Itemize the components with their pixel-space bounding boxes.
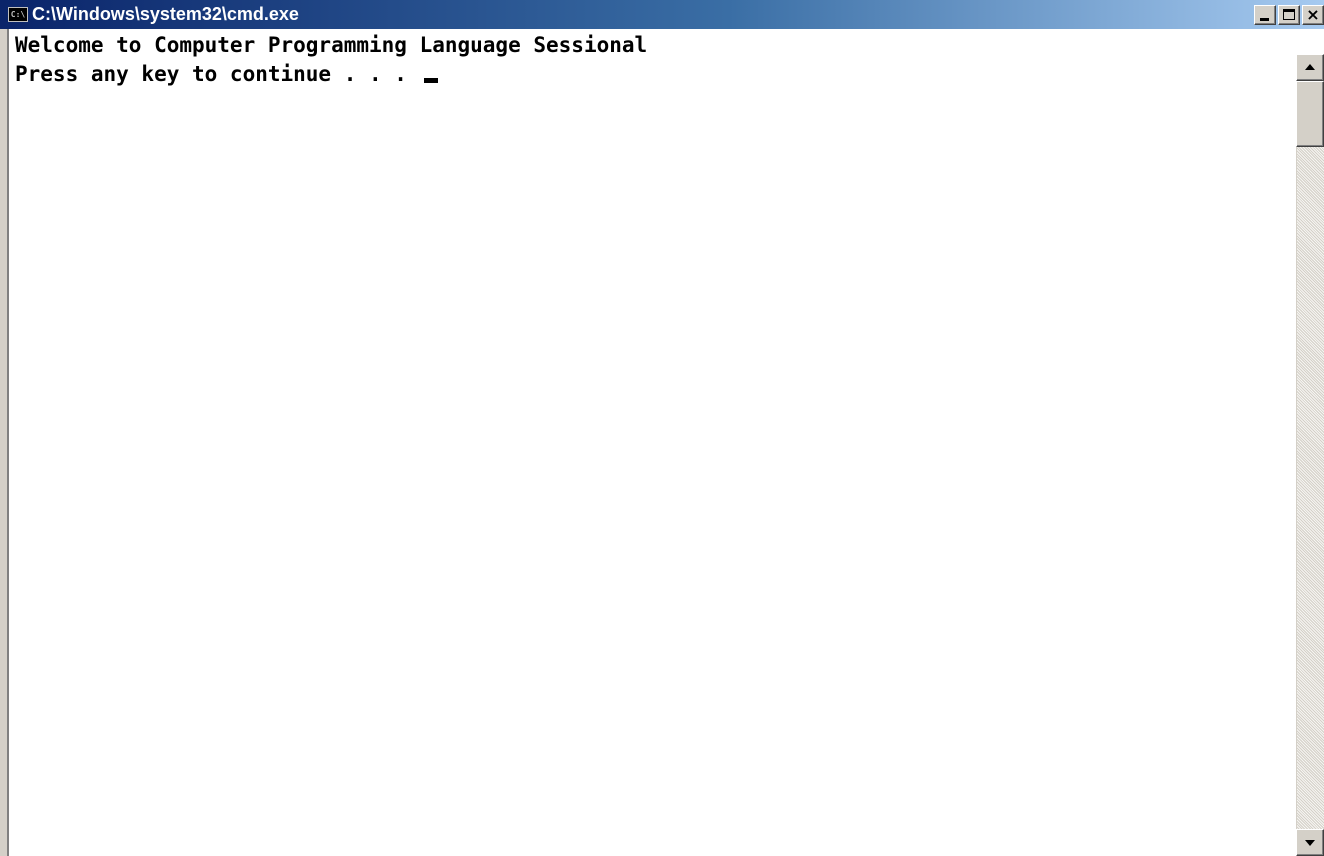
close-button[interactable]: × [1302,5,1324,25]
console-line: Welcome to Computer Programming Language… [15,33,648,57]
close-icon: × [1306,5,1320,24]
minimize-button[interactable] [1254,5,1276,25]
prompt-text: Press any key to continue . . . [15,62,420,86]
scrollbar-thumb[interactable] [1296,81,1324,147]
vertical-scrollbar[interactable] [1296,54,1324,856]
arrow-up-icon [1305,64,1315,70]
window-title: C:\Windows\system32\cmd.exe [32,4,299,24]
maximize-button[interactable] [1278,5,1300,25]
cmd-icon[interactable]: C:\ [8,7,28,22]
console-line-prompt: Press any key to continue . . . [15,60,1296,89]
cmd-window: C:\ C:\Windows\system32\cmd.exe × Welcom… [0,0,1324,856]
scroll-up-button[interactable] [1296,54,1324,81]
scrollbar-top-gap [1296,29,1324,54]
scroll-down-button[interactable] [1296,829,1324,856]
title-bar[interactable]: C:\ C:\Windows\system32\cmd.exe × [0,0,1324,29]
arrow-down-icon [1305,840,1315,846]
console-output[interactable]: Welcome to Computer Programming Language… [7,29,1296,856]
minimize-icon [1260,18,1269,21]
underscore-cursor [423,78,438,83]
maximize-icon [1283,9,1295,20]
